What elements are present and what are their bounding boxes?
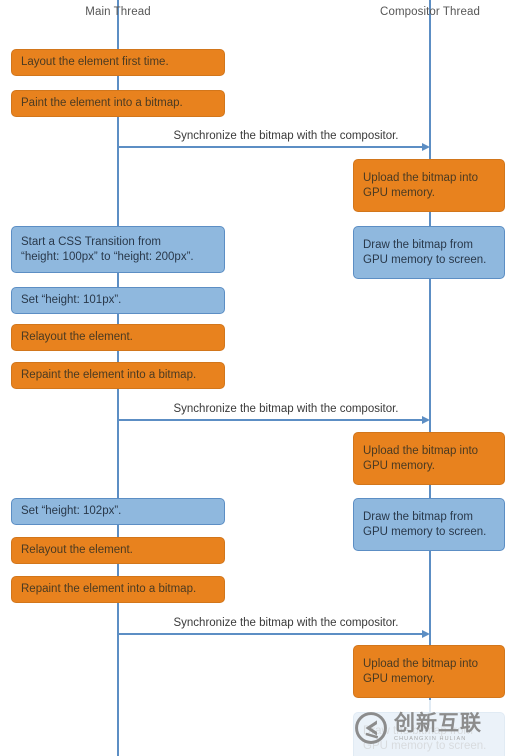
activity-node[interactable]: Upload the bitmap into GPU memory. (353, 645, 505, 698)
message-label: Synchronize the bitmap with the composit… (173, 403, 399, 415)
message-arrowhead-icon (422, 142, 430, 151)
watermark-cn: 创新互联 (394, 712, 482, 735)
message-label: Synchronize the bitmap with the composit… (173, 617, 399, 629)
lane-title-main: Main Thread (85, 6, 151, 18)
activity-node[interactable]: Relayout the element. (11, 324, 225, 351)
activity-node[interactable]: Relayout the element. (11, 537, 225, 564)
activity-node[interactable]: Repaint the element into a bitmap. (11, 576, 225, 603)
message-label: Synchronize the bitmap with the composit… (173, 130, 399, 142)
activity-node[interactable]: Start a CSS Transition from “height: 100… (11, 226, 225, 273)
activity-node[interactable]: Upload the bitmap into GPU memory. (353, 159, 505, 212)
lane-title-compositor: Compositor Thread (380, 6, 480, 18)
message-line (118, 419, 424, 421)
activity-node[interactable]: Set “height: 101px”. (11, 287, 225, 314)
message-line (118, 146, 424, 148)
activity-node[interactable]: Repaint the element into a bitmap. (11, 362, 225, 389)
lifeline-compositor (429, 0, 431, 756)
watermark: 创新互联 CHUANGXIN HULIAN (340, 700, 518, 756)
activity-node[interactable]: Upload the bitmap into GPU memory. (353, 432, 505, 485)
activity-node[interactable]: Paint the element into a bitmap. (11, 90, 225, 117)
watermark-en: CHUANGXIN HULIAN (394, 736, 467, 742)
activity-node[interactable]: Draw the bitmap from GPU memory to scree… (353, 498, 505, 551)
message-arrowhead-icon (422, 415, 430, 424)
logo-icon (355, 712, 387, 744)
message-line (118, 633, 424, 635)
message-arrowhead-icon (422, 629, 430, 638)
sequence-diagram: Main Thread Compositor Thread Synchronize … (0, 0, 518, 756)
activity-node[interactable]: Set “height: 102px”. (11, 498, 225, 525)
activity-node[interactable]: Layout the element first time. (11, 49, 225, 76)
activity-node[interactable]: Draw the bitmap from GPU memory to scree… (353, 226, 505, 279)
